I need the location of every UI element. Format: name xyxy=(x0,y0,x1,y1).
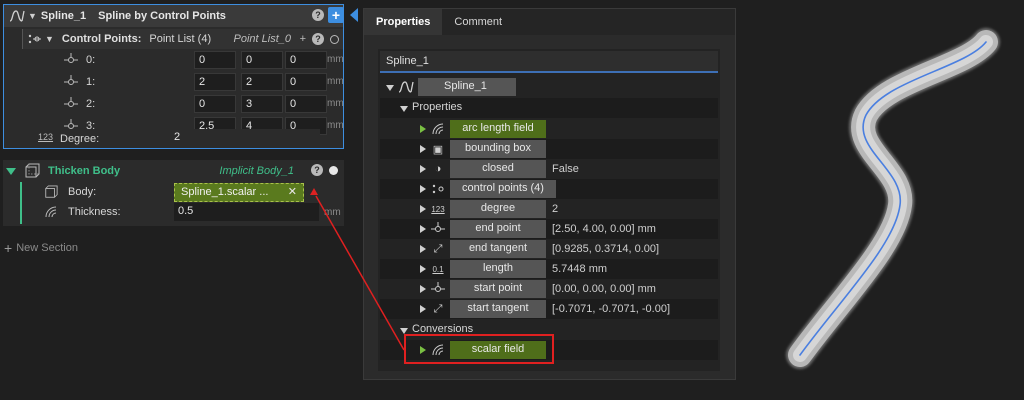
arrow-head-icon xyxy=(310,188,318,195)
annotation-arrow xyxy=(315,195,405,351)
